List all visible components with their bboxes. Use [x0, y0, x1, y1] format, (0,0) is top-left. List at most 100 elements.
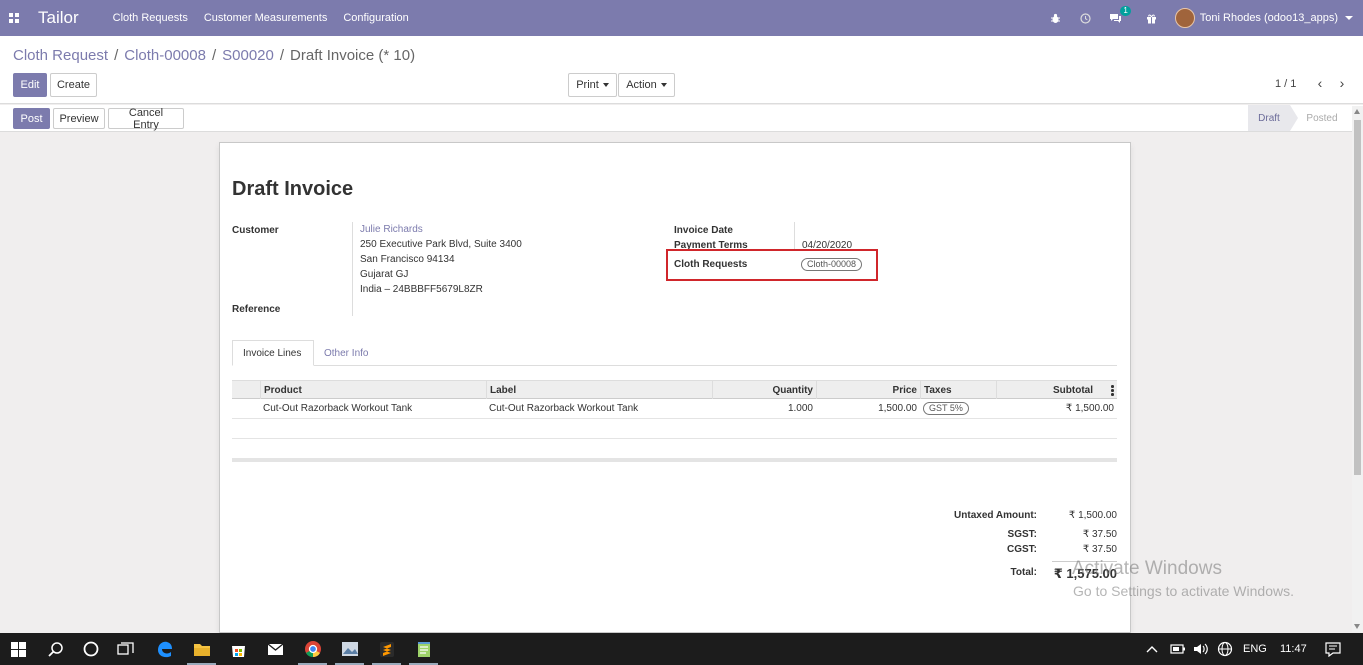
reference-label: Reference: [232, 304, 281, 315]
customer-name-link[interactable]: Julie Richards: [360, 222, 423, 237]
clock-icon[interactable]: [1079, 11, 1093, 25]
task-view-icon[interactable]: [107, 633, 144, 665]
status-bar: Post Preview Cancel Entry Draft Posted: [0, 105, 1363, 132]
sgst-label: SGST:: [1007, 529, 1037, 540]
cell-taxes: GST 5%: [920, 399, 996, 418]
tray-chevron-icon[interactable]: [1146, 633, 1158, 665]
breadcrumb-cloth-00008[interactable]: Cloth-00008: [124, 47, 206, 64]
vertical-scrollbar[interactable]: [1352, 106, 1363, 632]
notifications-icon[interactable]: [1325, 633, 1341, 665]
control-panel: Cloth Request / Cloth-00008 / S00020 / D…: [0, 36, 1363, 104]
invoice-lines-table: Product Label Quantity Price Taxes Subto…: [232, 380, 1117, 464]
apps-menu-icon[interactable]: [0, 0, 28, 36]
untaxed-amount-label: Untaxed Amount:: [954, 510, 1037, 521]
action-label: Action: [626, 79, 657, 91]
battery-icon[interactable]: [1170, 633, 1186, 665]
edit-button[interactable]: Edit: [13, 73, 47, 97]
notepad-icon[interactable]: [405, 633, 442, 665]
store-icon[interactable]: [220, 633, 257, 665]
post-button[interactable]: Post: [13, 108, 50, 129]
bug-icon[interactable]: [1049, 11, 1063, 25]
scroll-up-icon[interactable]: [1354, 109, 1360, 114]
activate-windows-subtitle: Go to Settings to activate Windows.: [1073, 583, 1294, 599]
cortana-icon[interactable]: [72, 633, 109, 665]
edge-icon[interactable]: [146, 633, 183, 665]
app-brand[interactable]: Tailor: [38, 8, 79, 28]
chevron-right-icon[interactable]: ›: [1335, 75, 1349, 91]
table-row-empty: [232, 419, 1117, 439]
divider: [794, 222, 795, 250]
table-row-empty: [232, 439, 1117, 459]
invoice-date-label: Invoice Date: [674, 225, 733, 236]
user-name: Toni Rhodes (odoo13_apps): [1199, 12, 1338, 24]
sgst-value: ₹ 37.50: [1082, 529, 1117, 540]
preview-button[interactable]: Preview: [53, 108, 105, 129]
create-button[interactable]: Create: [50, 73, 97, 97]
scroll-down-icon[interactable]: [1354, 624, 1360, 629]
customer-address-line: San Francisco 94134: [360, 254, 455, 265]
table-row[interactable]: Cut-Out Razorback Workout Tank Cut-Out R…: [232, 399, 1117, 419]
breadcrumb: Cloth Request / Cloth-00008 / S00020 / D…: [13, 47, 415, 64]
activate-windows-title: Activate Windows: [1072, 558, 1222, 579]
action-dropdown[interactable]: Action: [618, 73, 675, 97]
cell-product: Cut-Out Razorback Workout Tank: [263, 403, 413, 414]
page-title: Draft Invoice: [232, 178, 354, 200]
notebook-tabs: Invoice Lines Other Info: [232, 340, 1117, 366]
sublime-icon[interactable]: [368, 633, 405, 665]
breadcrumb-separator: /: [114, 47, 119, 64]
stage-posted: Posted: [1306, 112, 1338, 124]
print-label: Print: [576, 79, 599, 91]
menu-cloth-requests[interactable]: Cloth Requests: [113, 12, 188, 24]
file-explorer-icon[interactable]: [183, 633, 220, 665]
chrome-icon[interactable]: [294, 633, 331, 665]
cancel-entry-button[interactable]: Cancel Entry: [108, 107, 184, 131]
chat-icon[interactable]: 1: [1109, 6, 1131, 25]
handle-column: [232, 381, 260, 399]
caret-down-icon: [660, 83, 667, 87]
menu-customer-measurements[interactable]: Customer Measurements: [204, 12, 328, 24]
table-header: Product Label Quantity Price Taxes Subto…: [232, 380, 1117, 399]
pager-value[interactable]: 1 / 1: [1275, 78, 1296, 90]
column-product[interactable]: Product: [260, 381, 486, 399]
mail-icon[interactable]: [257, 633, 294, 665]
windows-start-icon[interactable]: [0, 633, 37, 665]
clock-time[interactable]: 11:47: [1280, 633, 1307, 665]
tax-tag: GST 5%: [923, 402, 969, 415]
scrollbar-thumb[interactable]: [1354, 120, 1361, 475]
main-menu: Cloth Requests Customer Measurements Con…: [113, 12, 409, 24]
column-label[interactable]: Label: [486, 381, 712, 399]
breadcrumb-cloth-request[interactable]: Cloth Request: [13, 47, 108, 64]
chevron-down-icon: [1345, 16, 1353, 20]
volume-icon[interactable]: [1193, 633, 1209, 665]
cell-quantity: 1.000: [787, 403, 813, 414]
photos-icon[interactable]: [331, 633, 368, 665]
print-dropdown[interactable]: Print: [568, 73, 617, 97]
menu-configuration[interactable]: Configuration: [343, 12, 408, 24]
total-label: Total:: [1010, 567, 1037, 578]
globe-icon[interactable]: [1217, 633, 1233, 665]
breadcrumb-s00020[interactable]: S00020: [222, 47, 274, 64]
user-menu[interactable]: Toni Rhodes (odoo13_apps): [1174, 8, 1353, 28]
column-subtotal[interactable]: Subtotal: [996, 381, 1117, 399]
cell-label: Cut-Out Razorback Workout Tank: [489, 403, 639, 414]
column-taxes[interactable]: Taxes: [920, 381, 996, 399]
cell-subtotal: ₹ 1,500.00: [1065, 403, 1114, 414]
navbar-systray: 1 Toni Rhodes (odoo13_apps): [1049, 0, 1353, 36]
column-options-icon[interactable]: [1111, 385, 1114, 396]
gift-icon[interactable]: [1145, 11, 1159, 25]
avatar: [1174, 8, 1195, 28]
language-indicator[interactable]: ENG: [1243, 633, 1267, 665]
chevron-left-icon[interactable]: ‹: [1313, 75, 1327, 91]
caret-down-icon: [602, 83, 609, 87]
column-price[interactable]: Price: [816, 381, 920, 399]
breadcrumb-separator: /: [279, 47, 285, 64]
chat-badge: 1: [1120, 6, 1131, 16]
search-icon[interactable]: [37, 633, 74, 665]
tab-other-info[interactable]: Other Info: [314, 340, 378, 366]
tab-invoice-lines[interactable]: Invoice Lines: [232, 340, 314, 366]
stage-draft: Draft: [1248, 105, 1298, 131]
cgst-label: CGST:: [1007, 544, 1037, 555]
column-quantity[interactable]: Quantity: [712, 381, 816, 399]
cell-price: 1,500.00: [878, 403, 917, 414]
untaxed-amount-value: ₹ 1,500.00: [1068, 510, 1117, 521]
